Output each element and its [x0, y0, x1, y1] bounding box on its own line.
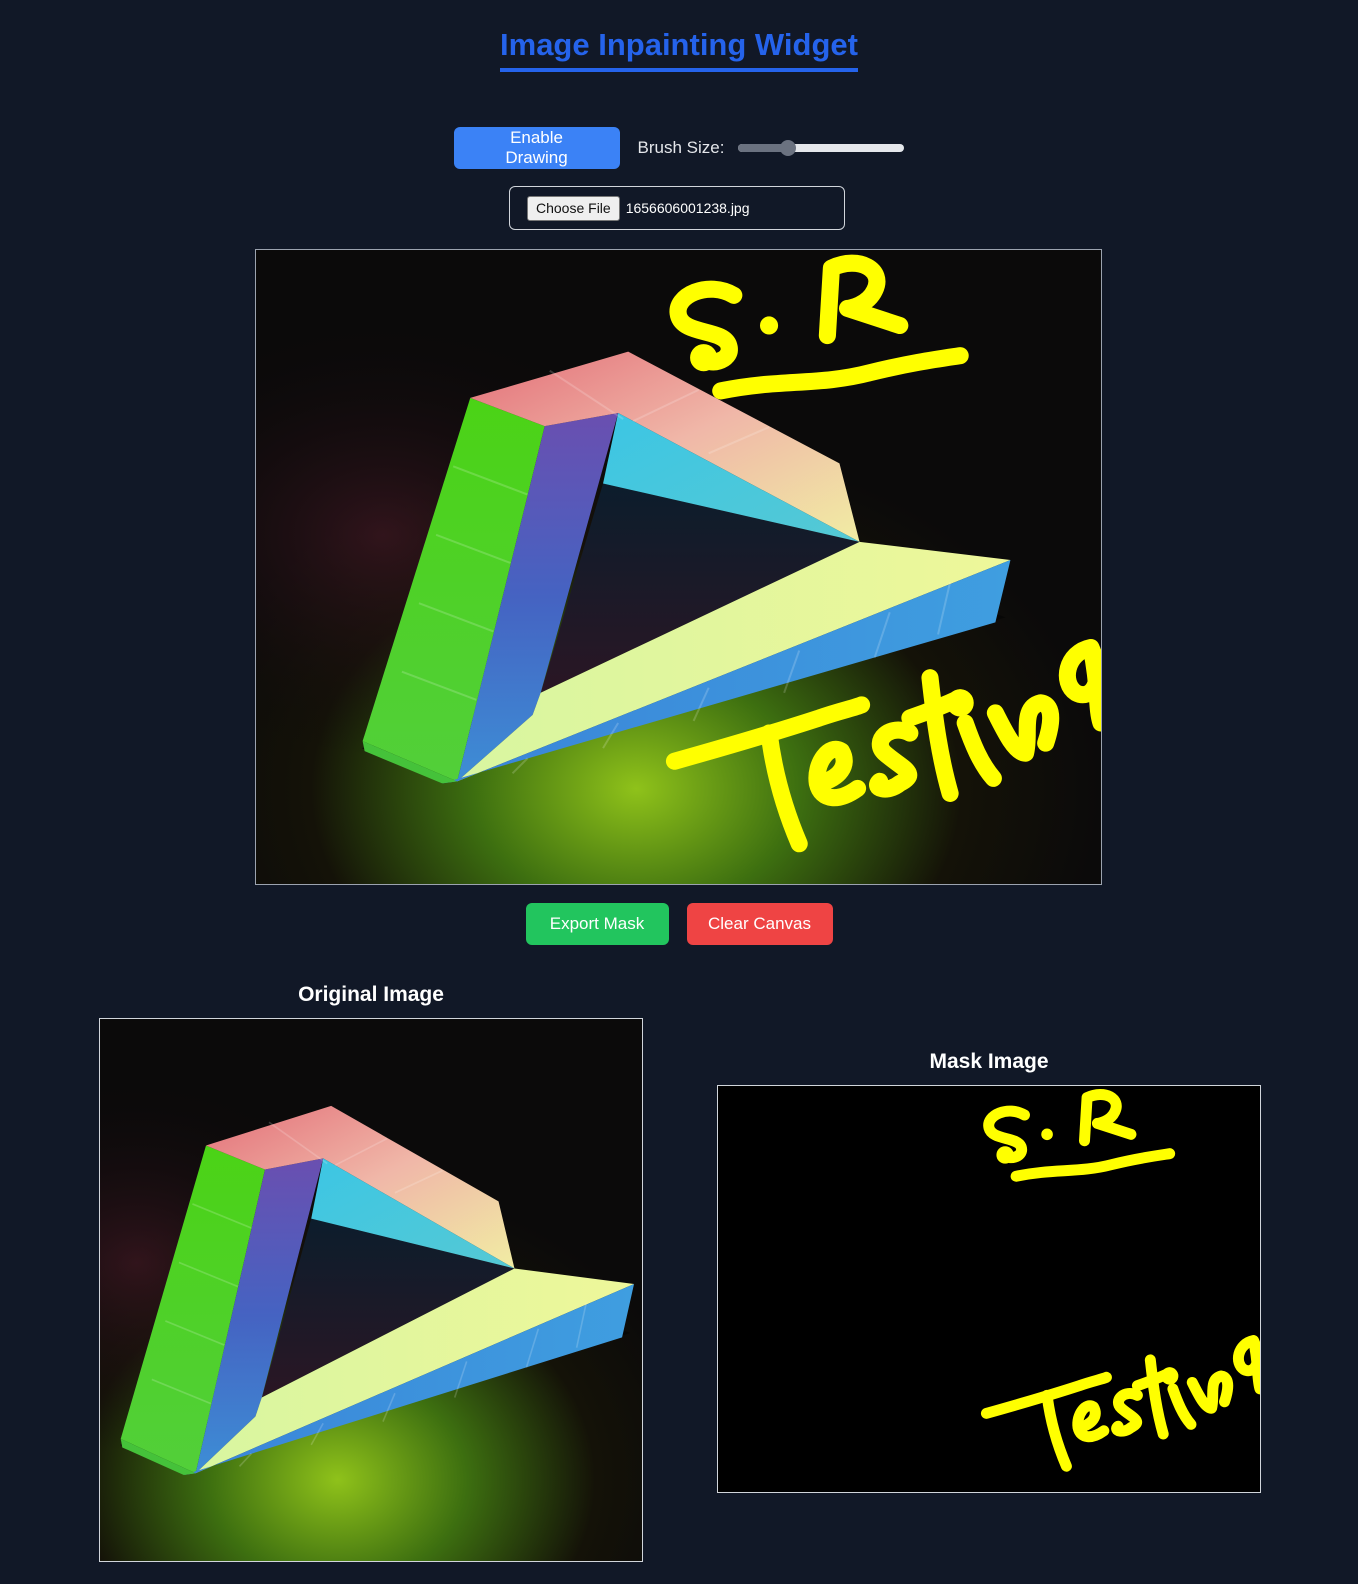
toolbar: Enable Drawing Brush Size:: [0, 127, 1358, 169]
enable-drawing-button[interactable]: Enable Drawing: [453, 127, 620, 169]
mask-image-preview: [717, 1085, 1261, 1493]
selected-file-name: 1656606001238.jpg: [625, 200, 750, 216]
action-buttons: Export Mask Clear Canvas: [0, 903, 1358, 945]
mask-image-title: Mask Image: [929, 1050, 1049, 1073]
page-title: Image Inpainting Widget: [500, 26, 858, 72]
original-image-preview: [99, 1018, 643, 1562]
brush-size-slider[interactable]: [738, 138, 905, 158]
brush-size-label: Brush Size:: [637, 138, 725, 157]
file-input[interactable]: Choose File 1656606001238.jpg: [509, 186, 845, 230]
clear-canvas-button[interactable]: Clear Canvas: [686, 903, 833, 945]
inpainting-widget: Image Inpainting Widget Enable Drawing B…: [0, 0, 1358, 1584]
export-mask-button[interactable]: Export Mask: [525, 903, 669, 945]
page-header: Image Inpainting Widget: [0, 26, 1358, 72]
original-image-title: Original Image: [298, 983, 444, 1006]
choose-file-button[interactable]: Choose File: [527, 195, 620, 221]
drawing-canvas[interactable]: [255, 249, 1102, 885]
canvas-image: [256, 250, 1101, 884]
slider-thumb[interactable]: [780, 140, 797, 156]
